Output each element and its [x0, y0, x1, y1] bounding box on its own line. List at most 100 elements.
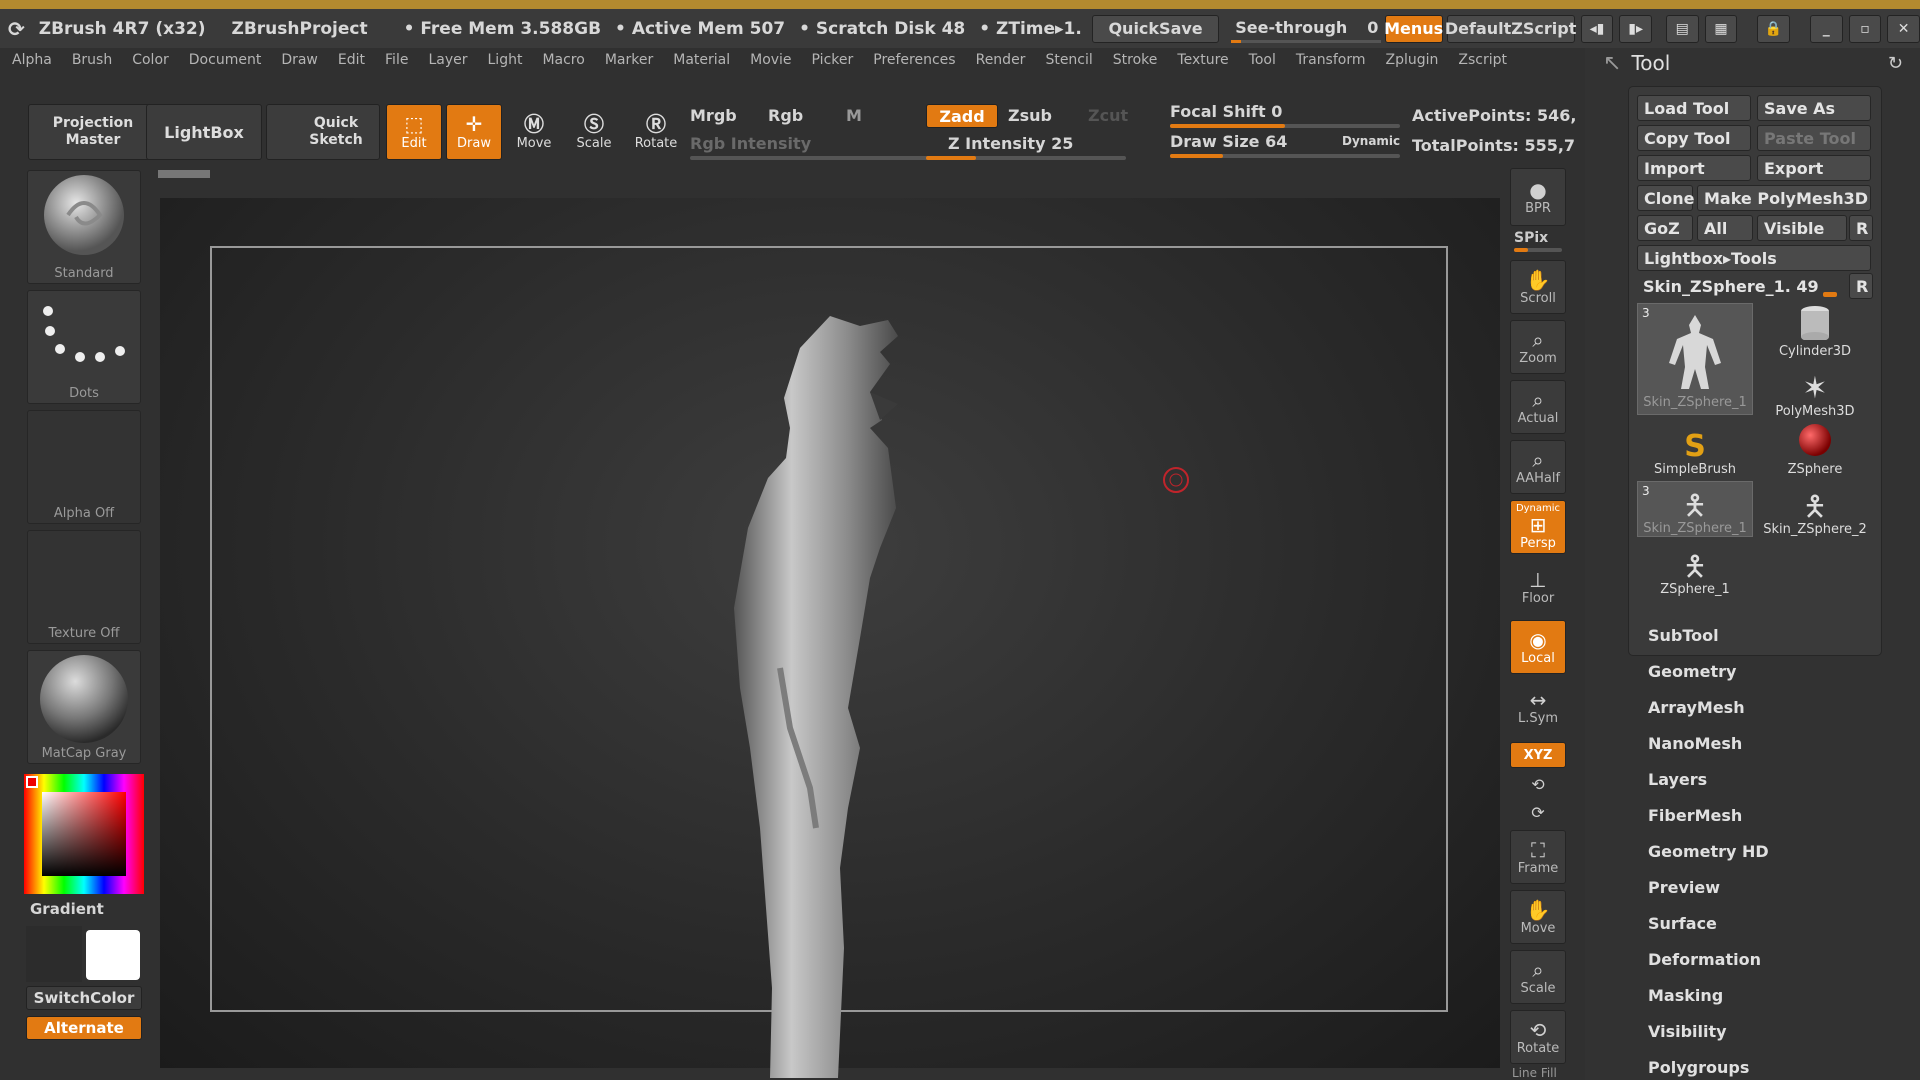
goz-all-button[interactable]: All — [1697, 215, 1753, 241]
rgb-button[interactable]: Rgb — [768, 106, 803, 125]
menu-transform[interactable]: Transform — [1296, 52, 1366, 68]
menu-tool[interactable]: Tool — [1249, 52, 1276, 68]
m-button[interactable]: M — [846, 106, 862, 125]
section-subtool[interactable]: SubTool — [1648, 626, 1719, 645]
menu-layer[interactable]: Layer — [428, 52, 467, 68]
rotate-mode-button[interactable]: Ⓡ Rotate — [626, 104, 686, 160]
rgb-intensity-slider[interactable] — [690, 156, 942, 160]
draw-mode-button[interactable]: ✛ Draw — [446, 104, 502, 160]
layout-icon[interactable]: ▤ — [1665, 14, 1699, 43]
lightbox-button[interactable]: LightBox — [146, 104, 262, 160]
rotate-view-button[interactable]: ⟲ Rotate — [1510, 1010, 1566, 1064]
save-as-button[interactable]: Save As — [1757, 95, 1871, 121]
persp-button[interactable]: Dynamic ⊞ Persp — [1510, 500, 1566, 554]
material-selector[interactable]: MatCap Gray — [27, 650, 141, 764]
load-tool-button[interactable]: Load Tool — [1637, 95, 1751, 121]
section-geometry-hd[interactable]: Geometry HD — [1648, 842, 1769, 861]
z-intensity-slider[interactable] — [926, 156, 1126, 160]
section-visibility[interactable]: Visibility — [1648, 1022, 1727, 1041]
reset-icon[interactable]: ↻ — [1888, 53, 1903, 74]
menu-brush[interactable]: Brush — [72, 52, 112, 68]
current-tool-slider[interactable]: Skin_ZSphere_1. 49 — [1637, 273, 1847, 299]
menu-texture[interactable]: Texture — [1177, 52, 1228, 68]
bpr-button[interactable]: ● BPR — [1510, 168, 1566, 226]
menu-edit[interactable]: Edit — [338, 52, 365, 68]
scale-mode-button[interactable]: Ⓢ Scale — [566, 104, 622, 160]
current-tool-r-button[interactable]: R — [1849, 273, 1873, 299]
default-zscript-button[interactable]: DefaultZScript — [1445, 14, 1576, 43]
palette-pin-icon[interactable]: ↖ — [1603, 51, 1621, 76]
goz-r-button[interactable]: R — [1849, 215, 1873, 241]
zoom-button[interactable]: ⌕ Zoom — [1510, 320, 1566, 374]
zcut-button[interactable]: Zcut — [1088, 106, 1128, 125]
section-geometry[interactable]: Geometry — [1648, 662, 1736, 681]
quick-sketch-button[interactable]: Quick Sketch — [266, 104, 380, 160]
lightbox-tools-button[interactable]: Lightbox▸Tools — [1637, 245, 1871, 271]
menu-picker[interactable]: Picker — [812, 52, 854, 68]
alpha-selector[interactable]: Alpha Off — [27, 410, 141, 524]
tool-thumb-simplebrush[interactable]: S SimpleBrush — [1637, 421, 1753, 478]
section-arraymesh[interactable]: ArrayMesh — [1648, 698, 1745, 717]
actual-button[interactable]: ⌕ Actual — [1510, 380, 1566, 434]
export-button[interactable]: Export — [1757, 155, 1871, 181]
rotate-z-button[interactable]: ⟳ — [1510, 800, 1566, 826]
tool-thumb-cylinder3d[interactable]: Cylinder3D — [1757, 303, 1873, 359]
lsym-button[interactable]: ↔ L.Sym — [1510, 680, 1566, 734]
minimize-icon[interactable]: _ — [1809, 14, 1843, 43]
menu-macro[interactable]: Macro — [542, 52, 584, 68]
move-view-button[interactable]: ✋ Move — [1510, 890, 1566, 944]
menu-zplugin[interactable]: Zplugin — [1386, 52, 1439, 68]
see-through-slider[interactable]: See-through 0 — [1231, 14, 1382, 44]
make-polymesh3d-button[interactable]: Make PolyMesh3D — [1697, 185, 1871, 211]
aahalf-button[interactable]: ⌕ AAHalf — [1510, 440, 1566, 494]
menu-zscript[interactable]: Zscript — [1458, 52, 1507, 68]
menu-color[interactable]: Color — [132, 52, 169, 68]
goz-button[interactable]: GoZ — [1637, 215, 1693, 241]
tool-thumb-skin-zsphere-1b[interactable]: 3 🯅 Skin_ZSphere_1 — [1637, 481, 1753, 537]
frame-button[interactable]: ⛶ Frame — [1510, 830, 1566, 884]
secondary-color-swatch[interactable] — [26, 926, 82, 982]
menu-draw[interactable]: Draw — [281, 52, 318, 68]
section-nanomesh[interactable]: NanoMesh — [1648, 734, 1742, 753]
brush-selector[interactable]: Standard — [27, 170, 141, 284]
floor-button[interactable]: ⊥ Floor — [1510, 560, 1566, 614]
maximize-icon[interactable]: ▫ — [1848, 14, 1882, 43]
document-canvas[interactable] — [158, 170, 1500, 1078]
close-icon[interactable]: ✕ — [1887, 14, 1920, 43]
tool-thumb-zsphere[interactable]: ZSphere — [1757, 421, 1873, 477]
scroll-button[interactable]: ✋ Scroll — [1510, 260, 1566, 314]
mrgb-button[interactable]: Mrgb — [690, 106, 737, 125]
zadd-button[interactable]: Zadd — [926, 104, 998, 128]
edit-mode-button[interactable]: ⬚ Edit — [386, 104, 442, 160]
copy-tool-button[interactable]: Copy Tool — [1637, 125, 1751, 151]
menu-document[interactable]: Document — [189, 52, 262, 68]
texture-selector[interactable]: Texture Off — [27, 530, 141, 644]
alternate-button[interactable]: Alternate — [26, 1016, 142, 1040]
color-picker[interactable] — [24, 774, 144, 894]
clone-button[interactable]: Clone — [1637, 185, 1694, 211]
section-surface[interactable]: Surface — [1648, 914, 1717, 933]
zsub-button[interactable]: Zsub — [1008, 106, 1052, 125]
tool-thumb-skin-zsphere-1[interactable]: 3 Skin_ZSphere_1 — [1637, 303, 1753, 415]
section-masking[interactable]: Masking — [1648, 986, 1723, 1005]
focal-shift-slider[interactable] — [1170, 124, 1400, 128]
menus-button[interactable]: Menus — [1384, 14, 1443, 43]
stroke-selector[interactable]: Dots — [27, 290, 141, 404]
lock-icon[interactable]: 🔒 — [1757, 14, 1790, 43]
tool-thumb-polymesh3d[interactable]: ✶ PolyMesh3D — [1757, 363, 1873, 420]
menu-file[interactable]: File — [385, 52, 408, 68]
tool-thumb-skin-zsphere-2[interactable]: 🯅 Skin_ZSphere_2 — [1757, 481, 1873, 538]
menu-light[interactable]: Light — [488, 52, 523, 68]
goz-visible-button[interactable]: Visible — [1757, 215, 1847, 241]
menu-material[interactable]: Material — [673, 52, 730, 68]
section-deformation[interactable]: Deformation — [1648, 950, 1761, 969]
spix-slider[interactable] — [1514, 248, 1562, 252]
section-preview[interactable]: Preview — [1648, 878, 1720, 897]
canvas-scroll-handle[interactable] — [158, 170, 210, 178]
local-button[interactable]: ◉ Local — [1510, 620, 1566, 674]
section-fibermesh[interactable]: FiberMesh — [1648, 806, 1742, 825]
switchcolor-button[interactable]: SwitchColor — [26, 986, 142, 1010]
scale-view-button[interactable]: ⌕ Scale — [1510, 950, 1566, 1004]
projection-master-button[interactable]: Projection Master — [28, 104, 158, 160]
ui-layout-icon[interactable]: ▦ — [1704, 14, 1738, 43]
